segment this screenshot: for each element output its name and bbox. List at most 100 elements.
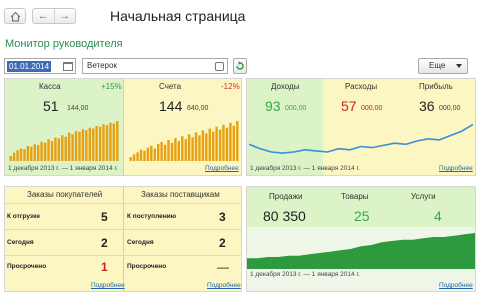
chart-bar <box>181 136 184 161</box>
arrow-right-icon: → <box>59 10 71 22</box>
profit-value: 36 <box>419 98 435 114</box>
finance-line-chart <box>249 123 473 154</box>
chart-area <box>247 233 475 269</box>
chart-bar <box>16 150 19 161</box>
chart-bar <box>236 121 239 161</box>
monitor-title: Монитор руководителя <box>5 38 123 50</box>
chart-bar <box>177 141 180 161</box>
suppliers-row-value[interactable]: 2 <box>219 236 226 250</box>
suppliers-row-label: К поступлению <box>127 213 177 220</box>
chart-bar <box>160 142 163 161</box>
chart-bar <box>212 131 215 161</box>
kassa-value-fraction: 144,00 <box>67 105 89 112</box>
back-button[interactable]: ← <box>33 9 54 23</box>
chart-bar <box>139 149 143 161</box>
sales-period: 1 декабря 2013 г. — 1 января 2014 г. <box>250 271 360 278</box>
chart-bar <box>30 146 33 161</box>
chart-bar <box>174 138 177 161</box>
forward-button[interactable]: → <box>53 9 76 23</box>
home-button[interactable] <box>4 8 26 24</box>
chart-bar <box>129 157 132 161</box>
chart-bar <box>54 137 57 161</box>
sales-area-chart <box>247 233 475 269</box>
sales-more-link[interactable]: Подробнее <box>439 282 473 290</box>
customers-orders-label: Заказы покупателей <box>27 190 103 199</box>
home-icon <box>10 11 21 22</box>
date-field[interactable]: 01.01.2014 <box>4 58 76 74</box>
accounts-bar-chart <box>129 121 239 161</box>
finance-more-link[interactable]: Подробнее <box>439 165 473 173</box>
refresh-button[interactable] <box>233 58 247 74</box>
divider <box>123 229 241 230</box>
chart-bar <box>229 122 232 161</box>
chart-bar <box>222 124 225 161</box>
chart-bar <box>109 122 112 161</box>
chart-bar <box>191 137 194 161</box>
goods-label: Товары <box>341 192 369 201</box>
chart-bar <box>105 125 109 161</box>
suppliers-row-value[interactable]: — <box>217 260 229 274</box>
chart-bar <box>102 124 105 161</box>
chart-bar <box>225 127 229 161</box>
chart-bar <box>67 132 71 161</box>
chart-bar <box>50 141 54 161</box>
expense-value: 57 <box>341 98 357 114</box>
chart-bar <box>198 135 201 161</box>
chart-bar <box>19 148 23 161</box>
chart-bar <box>81 129 85 161</box>
income-value-fraction: 000,00 <box>285 105 307 112</box>
divider <box>5 255 123 256</box>
chart-bar <box>116 121 119 161</box>
organization-value: Ветерок <box>87 61 117 70</box>
chart-bar <box>33 144 36 161</box>
arrow-left-icon: ← <box>37 10 49 22</box>
chart-bar <box>47 139 50 161</box>
chart-bar <box>167 140 170 161</box>
income-label: Доходы <box>271 82 300 91</box>
suppliers-row-value[interactable]: 3 <box>219 210 226 224</box>
customers-row-label: К отгрузке <box>7 213 40 220</box>
profit-label: Прибыль <box>419 82 453 91</box>
income-value: 93 <box>265 98 281 114</box>
cash-period: 1 декабря 2013 г. — 1 января 2014 г. <box>8 165 118 172</box>
chart-bar <box>194 132 198 161</box>
chart-bar <box>74 131 78 161</box>
chart-bar <box>112 123 115 161</box>
divider <box>5 203 241 204</box>
open-icon[interactable] <box>215 62 224 71</box>
customers-row-label: Сегодня <box>7 239 34 246</box>
chart-bar <box>184 139 187 161</box>
organization-field[interactable]: Ветерок <box>82 58 228 74</box>
customers-more-link[interactable]: Подробнее <box>91 282 125 290</box>
customers-row-value[interactable]: 5 <box>101 210 108 224</box>
finance-panel: Доходы 93 000,00 Расходы 57 000,00 Прибы… <box>246 78 476 176</box>
date-value: 01.01.2014 <box>7 61 52 72</box>
chart-bar <box>143 150 146 161</box>
divider <box>123 255 241 256</box>
chart-bar <box>71 134 74 161</box>
accounts-value: 144 <box>159 98 183 114</box>
chart-bar <box>201 130 205 161</box>
chart-bar <box>64 136 67 161</box>
suppliers-more-link[interactable]: Подробнее <box>207 282 241 290</box>
chart-bar <box>146 147 150 161</box>
chart-bar <box>40 141 43 161</box>
more-button[interactable]: Еще <box>418 58 468 74</box>
chart-bar <box>23 149 26 161</box>
kassa-value: 51 <box>43 98 59 114</box>
chart-bar <box>12 152 16 161</box>
chart-bar <box>205 133 208 161</box>
customers-row-value[interactable]: 1 <box>101 260 108 274</box>
customers-row-value[interactable]: 2 <box>101 236 108 250</box>
cash-more-link[interactable]: Подробнее <box>205 165 239 173</box>
kassa-label: Касса <box>39 82 61 91</box>
accounts-change: -12% <box>221 82 240 91</box>
calendar-icon[interactable] <box>63 62 73 71</box>
accounts-value-fraction: 640,00 <box>187 105 209 112</box>
page-title: Начальная страница <box>110 8 246 24</box>
refresh-icon <box>236 61 244 70</box>
expense-label: Расходы <box>345 82 378 91</box>
chart-bar <box>57 138 60 161</box>
suppliers-row-label: Просрочено <box>127 263 167 270</box>
chart-bar <box>92 128 95 161</box>
